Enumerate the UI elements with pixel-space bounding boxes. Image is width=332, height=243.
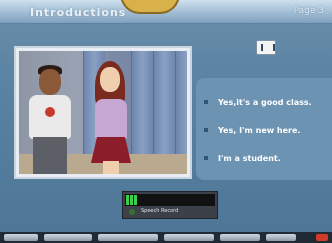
scene-picture-frame bbox=[14, 46, 192, 179]
answer-option[interactable]: Yes,it's a good class. bbox=[204, 88, 332, 116]
toolbar-button[interactable] bbox=[266, 234, 296, 241]
girl-skirt bbox=[91, 137, 131, 163]
mascot-logo bbox=[120, 0, 180, 14]
meter-cell bbox=[130, 195, 133, 205]
lesson-title: Introductions bbox=[30, 6, 127, 19]
answer-options-panel: Yes,it's a good class. Yes, I'm new here… bbox=[196, 78, 332, 180]
answer-option[interactable]: I'm a student. bbox=[204, 144, 332, 172]
answer-option-label: Yes, I'm new here. bbox=[218, 125, 301, 135]
meter-cell bbox=[126, 195, 129, 205]
boy-head bbox=[39, 69, 61, 95]
exit-button[interactable] bbox=[316, 234, 328, 241]
toolbar-button[interactable] bbox=[220, 234, 260, 241]
recorder-label: Speech Record bbox=[141, 208, 179, 214]
bullet-icon bbox=[204, 100, 208, 104]
bullet-icon bbox=[204, 128, 208, 132]
boy-pants bbox=[33, 137, 67, 174]
record-icon[interactable] bbox=[129, 209, 135, 215]
girl-top bbox=[95, 99, 127, 139]
toolbar-button[interactable] bbox=[4, 234, 38, 241]
toolbar-button[interactable] bbox=[44, 234, 92, 241]
meter-cell bbox=[134, 195, 137, 205]
speech-recorder[interactable]: Speech Record bbox=[122, 191, 218, 219]
scene-picture bbox=[19, 51, 187, 174]
title-bar: Introductions Page 3 bbox=[0, 0, 332, 24]
girl-legs bbox=[103, 161, 119, 174]
toolbar-button[interactable] bbox=[164, 234, 214, 241]
answer-option-label: I'm a student. bbox=[218, 153, 281, 163]
answer-option[interactable]: Yes, I'm new here. bbox=[204, 116, 332, 144]
answer-option-label: Yes,it's a good class. bbox=[218, 97, 312, 107]
toolbar-button[interactable] bbox=[98, 234, 158, 241]
boy-shirt bbox=[29, 95, 71, 139]
lesson-screen: Introductions Page 3 Yes,it's a good cla… bbox=[0, 0, 332, 243]
girl-head bbox=[100, 67, 120, 92]
bottom-toolbar bbox=[0, 232, 332, 243]
page-indicator: Page 3 bbox=[293, 6, 324, 16]
volume-meter bbox=[125, 194, 215, 206]
shirt-logo bbox=[45, 107, 55, 117]
bullet-icon bbox=[204, 156, 208, 160]
book-icon[interactable] bbox=[256, 40, 276, 55]
